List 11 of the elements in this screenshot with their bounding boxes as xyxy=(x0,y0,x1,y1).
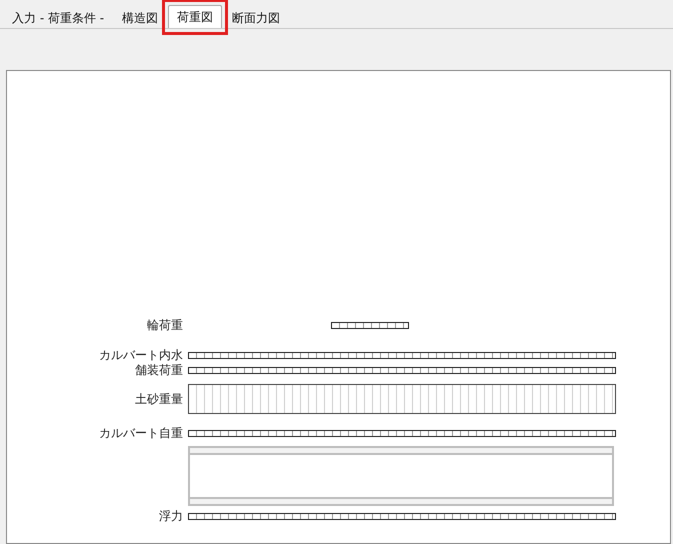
load-label: カルバート内水 xyxy=(99,348,183,362)
tab[interactable]: 構造図 xyxy=(114,7,166,28)
load-label: 輪荷重 xyxy=(147,318,183,332)
load-label: 舗装荷重 xyxy=(135,363,183,377)
tab[interactable]: 入力 - 荷重条件 - xyxy=(4,7,112,28)
highlight-frame xyxy=(162,0,228,35)
load-label: 浮力 xyxy=(159,509,183,523)
tab[interactable]: 荷重図 xyxy=(168,5,222,28)
load-label: 土砂重量 xyxy=(135,392,183,406)
load-label: カルバート自重 xyxy=(99,426,183,440)
tab[interactable]: 断面力図 xyxy=(224,7,288,28)
